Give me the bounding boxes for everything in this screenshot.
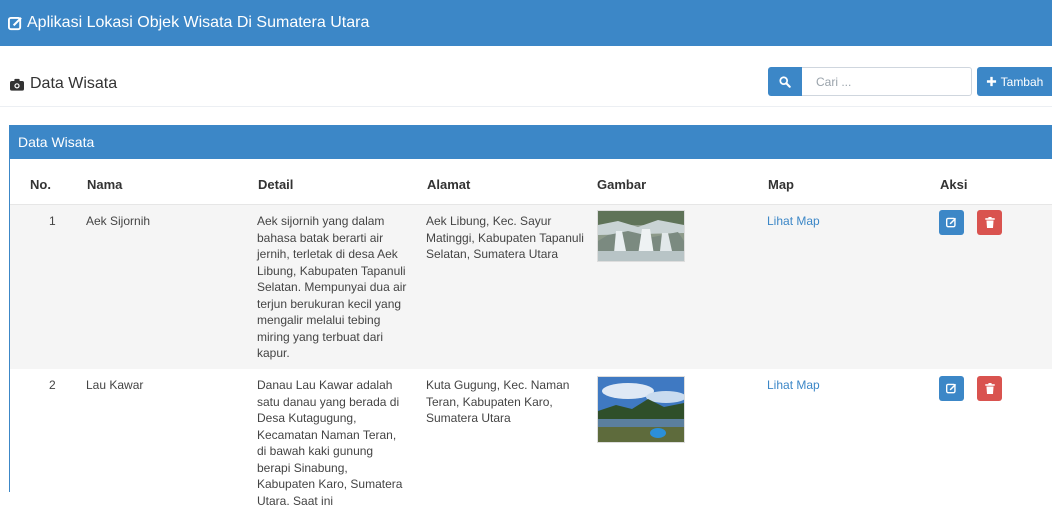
- search-icon: [779, 75, 791, 88]
- row-alamat: Aek Libung, Kec. Sayur Matinggi, Kabupat…: [426, 214, 584, 261]
- column-header-aksi: Aksi: [940, 177, 968, 192]
- add-button[interactable]: Tambah: [977, 67, 1052, 96]
- row-number: 1: [49, 214, 56, 228]
- column-header-gambar: Gambar: [597, 177, 647, 192]
- app-title: Aplikasi Lokasi Objek Wisata Di Sumatera…: [27, 14, 370, 31]
- search-input[interactable]: [802, 67, 972, 96]
- row-number: 2: [49, 378, 56, 392]
- edit-button[interactable]: [939, 210, 964, 235]
- edit-button[interactable]: [939, 376, 964, 401]
- row-alamat: Kuta Gugung, Kec. Naman Teran, Kabupaten…: [426, 378, 570, 425]
- panel-title: Data Wisata: [18, 134, 95, 150]
- view-map-link[interactable]: Lihat Map: [767, 213, 820, 230]
- row-nama: Lau Kawar: [86, 378, 144, 392]
- app-brand[interactable]: Aplikasi Lokasi Objek Wisata Di Sumatera…: [8, 14, 369, 32]
- search-button[interactable]: [768, 67, 802, 96]
- waterfall-photo: [597, 210, 685, 262]
- row-detail: Aek sijornih yang dalam bahasa batak ber…: [257, 214, 407, 360]
- trash-icon: [984, 217, 995, 228]
- column-header-nama: Nama: [87, 177, 123, 192]
- app-header: Aplikasi Lokasi Objek Wisata Di Sumatera…: [0, 0, 1052, 46]
- row-detail: Danau Lau Kawar adalah satu danau yang b…: [257, 378, 403, 508]
- column-header-alamat: Alamat: [427, 177, 471, 192]
- plus-icon: [986, 76, 996, 87]
- view-map-link[interactable]: Lihat Map: [767, 377, 820, 394]
- page-title: Data Wisata: [30, 75, 118, 92]
- trash-icon: [984, 383, 995, 394]
- edit-square-icon: [8, 16, 22, 30]
- table-row: 1 Aek Sijornih Aek sijornih yang dalam b…: [10, 204, 1052, 370]
- delete-button[interactable]: [977, 376, 1002, 401]
- camera-icon: [10, 78, 24, 91]
- add-button-label: Tambah: [1000, 74, 1044, 89]
- row-nama: Aek Sijornih: [86, 214, 151, 228]
- edit-icon: [946, 217, 957, 228]
- lake-photo: [597, 376, 685, 443]
- table-row: 2 Lau Kawar Danau Lau Kawar adalah satu …: [10, 369, 1052, 508]
- edit-icon: [946, 383, 957, 394]
- column-header-detail: Detail: [258, 177, 294, 192]
- column-header-map: Map: [768, 177, 794, 192]
- divider: [0, 106, 1052, 107]
- column-header-no: No.: [30, 177, 51, 192]
- delete-button[interactable]: [977, 210, 1002, 235]
- panel-header: Data Wisata: [10, 125, 1052, 159]
